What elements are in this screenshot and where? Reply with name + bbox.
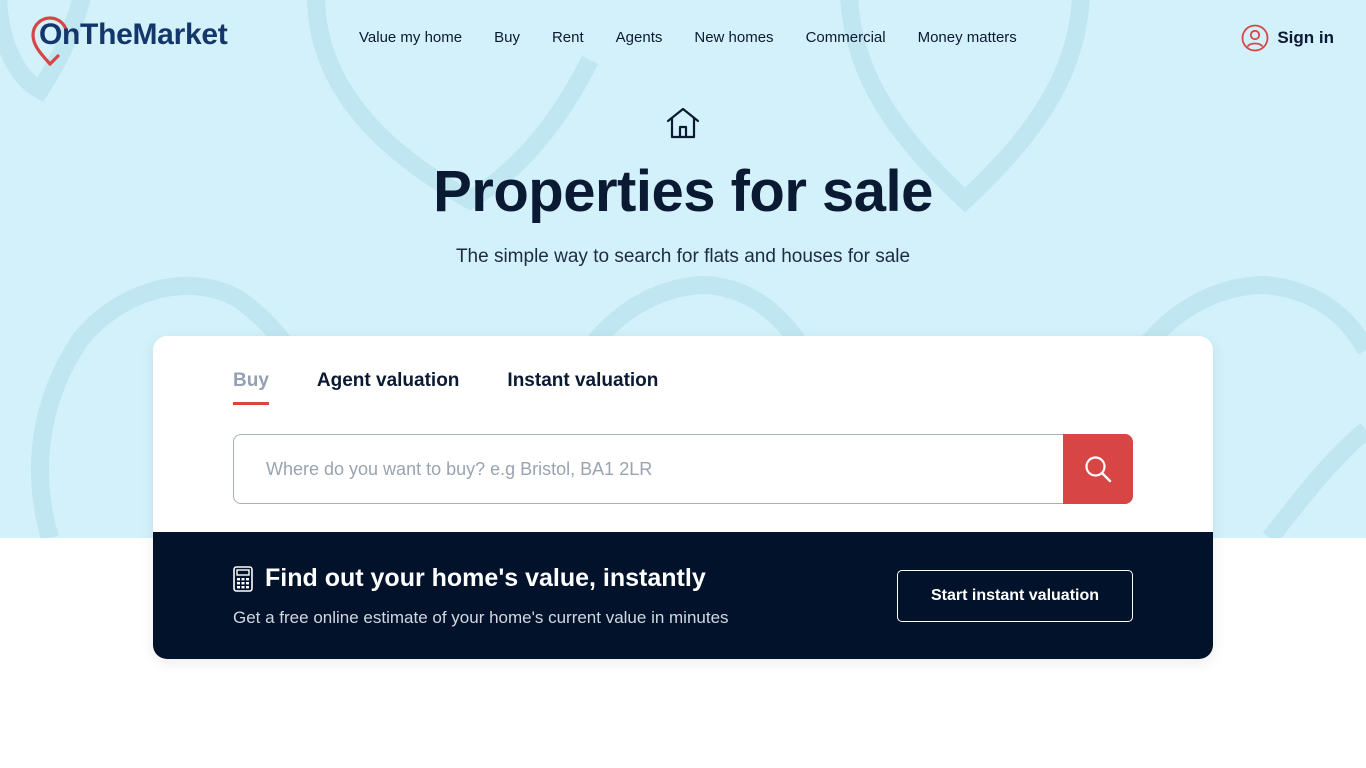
nav-item-value-my-home[interactable]: Value my home bbox=[359, 29, 462, 46]
location-search-input[interactable] bbox=[233, 434, 1065, 504]
search-bar bbox=[233, 434, 1133, 504]
valuation-subtitle: Get a free online estimate of your home'… bbox=[233, 608, 729, 627]
page-title: Properties for sale bbox=[433, 159, 933, 224]
nav-item-commercial[interactable]: Commercial bbox=[806, 29, 886, 46]
valuation-title: Find out your home's value, instantly bbox=[265, 564, 706, 592]
nav-item-new-homes[interactable]: New homes bbox=[694, 29, 773, 46]
search-tabs: Buy Agent valuation Instant valuation bbox=[233, 370, 706, 405]
nav-item-buy[interactable]: Buy bbox=[494, 29, 520, 46]
nav-item-agents[interactable]: Agents bbox=[616, 29, 663, 46]
sign-in-link[interactable]: Sign in bbox=[1241, 24, 1334, 52]
tab-instant-valuation[interactable]: Instant valuation bbox=[507, 370, 658, 405]
logo-text: OnTheMarket bbox=[39, 18, 228, 51]
page-subtitle: The simple way to search for flats and h… bbox=[455, 246, 911, 267]
start-instant-valuation-button[interactable]: Start instant valuation bbox=[897, 570, 1133, 622]
sign-in-label: Sign in bbox=[1277, 28, 1334, 47]
site-header: OnTheMarket Value my home Buy Rent Agent… bbox=[0, 0, 1366, 76]
tab-agent-valuation[interactable]: Agent valuation bbox=[317, 370, 460, 405]
user-circle-icon bbox=[1241, 24, 1269, 52]
nav-item-rent[interactable]: Rent bbox=[552, 29, 584, 46]
house-icon bbox=[666, 107, 700, 139]
nav-item-money-matters[interactable]: Money matters bbox=[918, 29, 1017, 46]
main-nav: Value my home Buy Rent Agents New homes … bbox=[359, 29, 1049, 46]
search-button[interactable] bbox=[1063, 434, 1133, 504]
search-card: Buy Agent valuation Instant valuation Fi… bbox=[153, 336, 1213, 659]
search-icon bbox=[1085, 456, 1112, 483]
instant-valuation-banner: Find out your home's value, instantly Ge… bbox=[153, 532, 1213, 659]
calculator-icon bbox=[233, 566, 253, 592]
tab-buy[interactable]: Buy bbox=[233, 370, 269, 405]
